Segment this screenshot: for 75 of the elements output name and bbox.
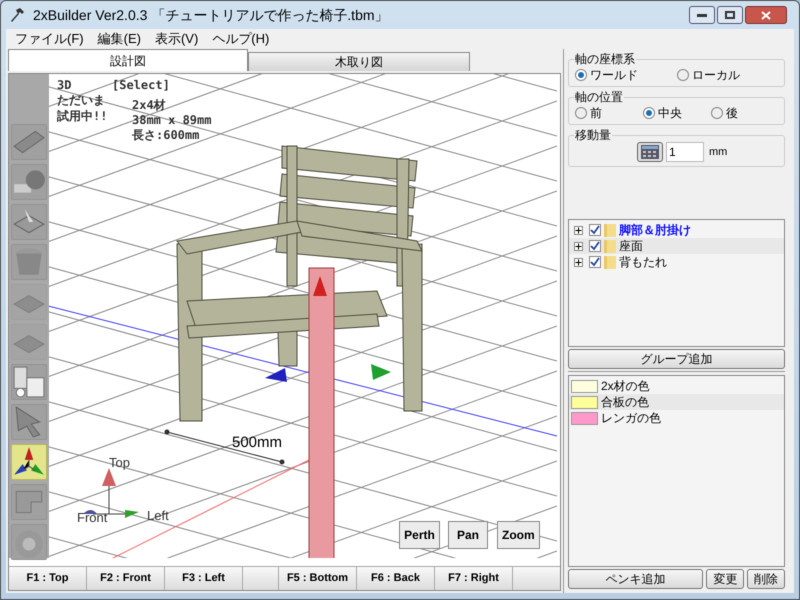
expand-icon[interactable] [574,258,583,266]
close-button[interactable] [745,6,787,24]
menu-item[interactable]: 編集(E) [92,29,146,49]
view-mode-label: 3D [57,77,72,94]
view-button[interactable]: Perth [399,521,440,549]
view-button[interactable]: Pan [448,521,488,549]
amount-input[interactable]: 1 [666,142,704,162]
radio-button[interactable] [643,107,655,119]
depth-arrow-cone[interactable] [265,368,287,382]
folder-icon [604,239,616,253]
trial-notice: 試用中!! [57,108,108,125]
selected-beam[interactable] [308,268,334,558]
add-group-button[interactable]: グループ追加 [568,349,785,369]
close-icon [761,10,771,20]
tab[interactable]: 木取り図 [248,52,470,71]
group-item[interactable]: 脚部＆肘掛け [619,221,691,239]
radio-label: 前 [590,105,602,122]
radio-button[interactable] [711,107,723,119]
folder-icon [604,255,616,269]
menu-item[interactable]: ファイル(F) [10,29,89,49]
tool-button[interactable] [11,364,47,400]
folder-icon [604,223,616,237]
up-arrow-cone[interactable] [313,276,327,296]
radio-label: ワールド [590,67,638,84]
radio-label: ローカル [692,67,740,84]
axis-label: Top [109,454,130,472]
paint-item[interactable]: レンガの色 [601,409,661,427]
tool-label: [Select] [112,77,170,94]
radio-label: 後 [726,105,738,122]
hammer-icon [9,8,25,22]
side-arrow-cone[interactable] [371,364,391,380]
tab[interactable]: 設計図 [8,49,248,71]
radio-button[interactable] [677,69,689,81]
dimension-label: 500mm [232,433,282,453]
group-item[interactable]: 背もたれ [619,253,667,271]
group-label: 軸の位置 [574,88,624,106]
axis-label: Front [77,509,108,527]
calculator-button[interactable] [637,142,663,162]
radio-button[interactable] [575,107,587,119]
paint-button[interactable]: ペンキ追加 [568,569,704,589]
minimize-button[interactable] [689,6,715,24]
checkbox[interactable] [589,224,601,236]
tool-button[interactable] [11,164,47,200]
maximize-icon [725,11,735,19]
maximize-button[interactable] [717,6,743,24]
group-label: 軸の座標系 [574,50,636,68]
function-key-button[interactable]: F1 : Top [9,567,87,590]
function-key-button[interactable]: F6 : Back [357,567,435,590]
minimize-icon [697,13,707,17]
group-item[interactable]: 座面 [619,237,643,255]
radio-label: 中央 [658,105,682,122]
function-key-button[interactable]: F2 : Front [87,567,165,590]
part-info: 長さ:600mm [132,127,200,144]
paint-button[interactable]: 変更 [706,569,744,589]
view-button[interactable]: Zoom [497,521,540,549]
unit-label: mm [708,144,728,160]
paint-item[interactable]: 2x材の色 [601,377,650,395]
expand-icon[interactable] [574,226,583,234]
part-info: 2x4材 [132,97,166,114]
function-key-button[interactable]: F5 : Bottom [279,567,357,590]
menu-item[interactable]: 表示(V) [150,29,204,49]
expand-icon[interactable] [574,242,583,250]
calculator-icon [641,145,659,159]
checkbox[interactable] [589,240,601,252]
tool-button[interactable] [11,444,47,480]
window-title: 2xBuilder Ver2.0.3 「チュートリアルで作った椅子.tbm」 [33,6,389,24]
checkbox[interactable] [589,256,601,268]
radio-button[interactable] [575,69,587,81]
clamp-icon [12,365,46,399]
paint-button[interactable]: 削除 [747,569,785,589]
menu-item[interactable]: ヘルプ(H) [207,29,274,49]
function-key-button[interactable]: F7 : Right [435,567,513,590]
function-key-button[interactable]: F3 : Left [165,567,243,590]
tool-button[interactable] [11,204,47,240]
group-label: 移動量 [574,126,612,144]
